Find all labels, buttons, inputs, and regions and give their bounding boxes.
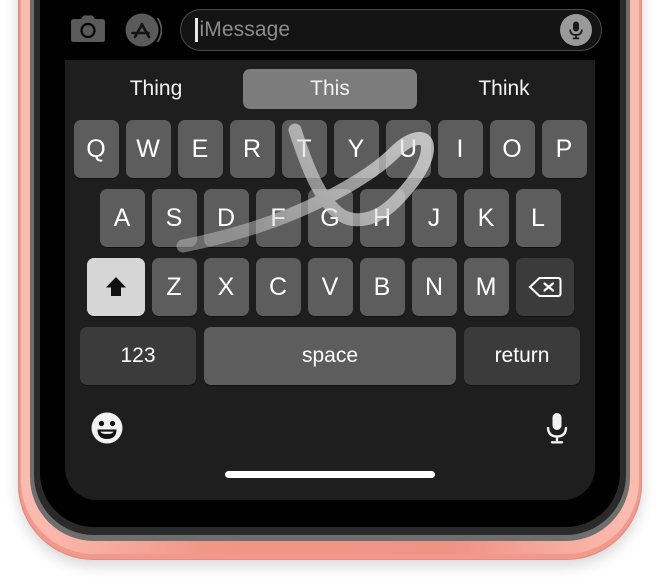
key-d[interactable]: D [203,189,249,247]
key-z[interactable]: Z [151,258,197,316]
phone-screen: iMessage Thing This Think Q W E R T Y U … [40,0,620,527]
key-u[interactable]: U [385,120,431,178]
home-indicator[interactable] [225,471,435,478]
text-caret [195,18,198,42]
key-t[interactable]: T [281,120,327,178]
keyboard-row-4: 123 space return [65,327,595,385]
imessage-placeholder: iMessage [199,18,291,41]
message-compose-bar: iMessage [40,0,620,60]
key-n[interactable]: N [411,258,457,316]
return-key[interactable]: return [464,327,580,385]
key-r[interactable]: R [229,120,275,178]
backspace-key[interactable] [515,258,574,316]
shift-key[interactable] [86,258,145,316]
dictation-button[interactable] [560,14,592,46]
key-w[interactable]: W [125,120,171,178]
onscreen-keyboard: Thing This Think Q W E R T Y U I O P A S… [65,60,595,500]
shift-icon [105,277,126,296]
numbers-key[interactable]: 123 [80,327,196,385]
predictive-text-bar: Thing This Think [65,60,595,118]
key-s[interactable]: S [151,189,197,247]
key-k[interactable]: K [463,189,509,247]
dictation-key[interactable] [544,411,570,450]
key-i[interactable]: I [437,120,483,178]
prediction-thing[interactable]: Thing [69,69,243,109]
microphone-icon [546,412,568,443]
prediction-think[interactable]: Think [417,69,591,109]
app-store-icon[interactable] [124,11,162,49]
keyboard-row-2: A S D F G H J K L [65,189,595,247]
key-x[interactable]: X [203,258,249,316]
key-b[interactable]: B [359,258,405,316]
key-g[interactable]: G [307,189,353,247]
key-m[interactable]: M [463,258,509,316]
key-l[interactable]: L [515,189,561,247]
emoji-key[interactable] [90,411,124,450]
key-p[interactable]: P [541,120,587,178]
imessage-input-field[interactable]: iMessage [180,9,602,51]
key-j[interactable]: J [411,189,457,247]
key-q[interactable]: Q [73,120,119,178]
space-key[interactable]: space [204,327,456,385]
key-h[interactable]: H [359,189,405,247]
key-c[interactable]: C [255,258,301,316]
key-o[interactable]: O [489,120,535,178]
emoji-icon [91,412,123,443]
keyboard-row-3: Z X C V B N M [65,258,595,316]
backspace-icon [528,277,561,297]
key-e[interactable]: E [177,120,223,178]
key-a[interactable]: A [99,189,145,247]
prediction-this[interactable]: This [243,69,417,109]
key-v[interactable]: V [307,258,353,316]
key-f[interactable]: F [255,189,301,247]
keyboard-row-5 [65,395,595,457]
camera-icon[interactable] [70,15,106,45]
keyboard-row-1: Q W E R T Y U I O P [65,120,595,178]
key-y[interactable]: Y [333,120,379,178]
